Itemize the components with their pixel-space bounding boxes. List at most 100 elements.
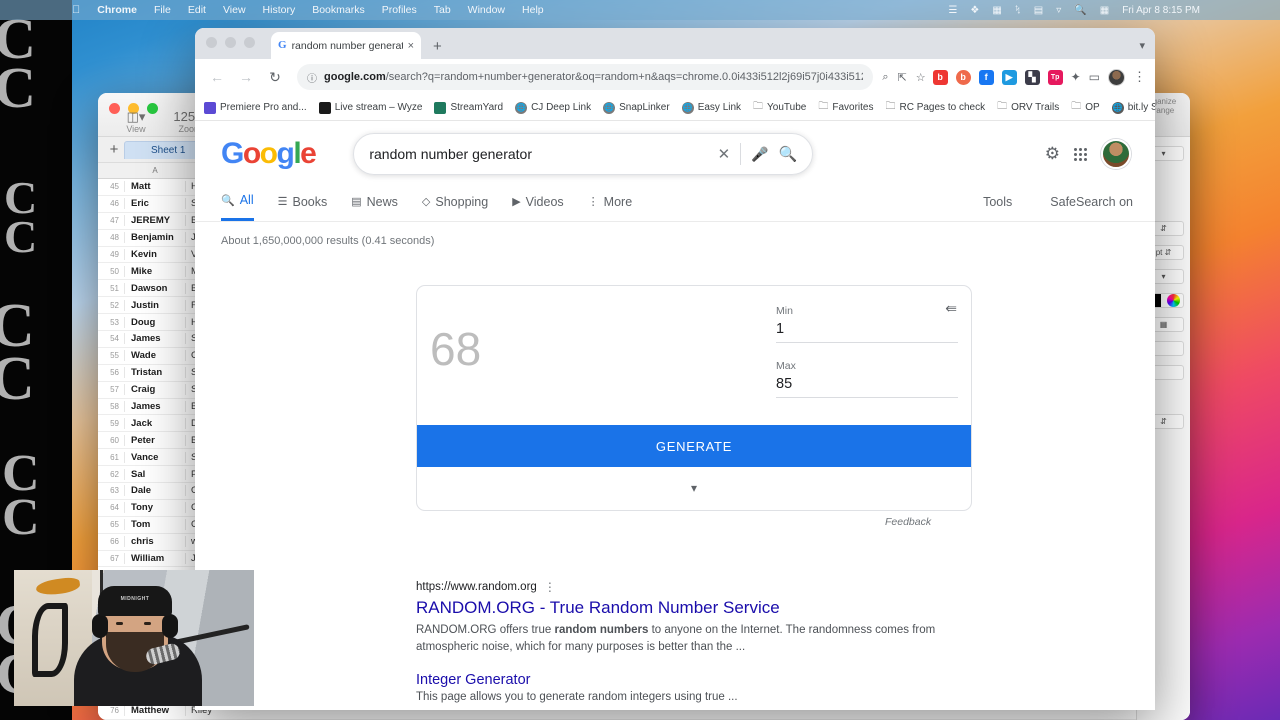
cell-first-name[interactable]: James	[124, 401, 186, 413]
reload-button[interactable]: ↻	[262, 64, 288, 90]
max-input[interactable]: 85	[776, 376, 958, 398]
search-nav-tabs[interactable]: 🔍 All ☰ Books ▤ News ◇ Shopping ▶ Videos ⋮ More Tool…	[195, 175, 1155, 222]
sitelink-title[interactable]: Integer Generator	[416, 672, 738, 688]
dropbox-icon[interactable]: ❖	[970, 5, 979, 16]
control-center-icon[interactable]: ▦	[1100, 5, 1109, 16]
generate-button[interactable]: GENERATE	[417, 425, 971, 467]
bookmark-item[interactable]: 🌐 CJ Deep Link	[515, 101, 591, 114]
search-tools-group[interactable]: Tools SafeSearch on	[983, 195, 1155, 220]
extensions-puzzle-icon[interactable]: ✦	[1071, 70, 1081, 84]
google-logo[interactable]: Google	[221, 137, 317, 171]
result-url[interactable]: https://www.random.org ⋮	[416, 580, 961, 594]
chrome-traffic-lights[interactable]	[206, 37, 255, 48]
calendar-icon[interactable]: ▦	[992, 5, 1001, 16]
cell-first-name[interactable]: Mike	[124, 265, 186, 277]
cell-first-name[interactable]: Wade	[124, 350, 186, 362]
extension-icons[interactable]: b b f ▶ ▚ Tp ✦ ▭ ⋮	[929, 68, 1146, 86]
bookmark-star-icon[interactable]: ☆	[916, 71, 926, 84]
menu-view[interactable]: View	[223, 4, 246, 16]
cell-first-name[interactable]: Benjamin	[124, 232, 186, 244]
facebook-extension-icon[interactable]: f	[978, 69, 994, 85]
cell-first-name[interactable]: chris	[124, 536, 186, 548]
browser-toolbar[interactable]: ← → ↻ ⓘ google.com/search?q=random+numbe…	[195, 59, 1155, 95]
menu-bookmarks[interactable]: Bookmarks	[312, 4, 365, 16]
bookmark-item[interactable]: 🗀 ORV Trails	[997, 99, 1059, 116]
cell-first-name[interactable]: Dawson	[124, 282, 186, 294]
min-input[interactable]: 1	[776, 321, 958, 343]
menu-file[interactable]: File	[154, 4, 171, 16]
search-tab-all[interactable]: 🔍 All	[221, 193, 254, 221]
bookmark-item[interactable]: 🌐 Easy Link	[681, 101, 741, 114]
bluetooth-icon[interactable]: ᛪ	[1015, 5, 1021, 16]
menu-window[interactable]: Window	[468, 4, 505, 16]
apple-menu-icon[interactable]: 	[72, 4, 80, 16]
maximize-icon[interactable]	[244, 37, 255, 48]
side-panel-icon[interactable]: ▭	[1089, 70, 1100, 84]
search-input[interactable]: random number generator	[369, 146, 707, 162]
cell-first-name[interactable]: Craig	[124, 384, 186, 396]
cell-first-name[interactable]: Matthew	[124, 705, 186, 717]
cell-first-name[interactable]: William	[124, 553, 186, 565]
cell-first-name[interactable]: Justin	[124, 299, 186, 311]
forward-button[interactable]: →	[233, 64, 259, 90]
cell-first-name[interactable]: JEREMY	[124, 215, 186, 227]
search-icon[interactable]: 🔍	[779, 145, 798, 163]
max-field[interactable]: Max 85	[776, 360, 958, 398]
macos-menu-bar[interactable]:  Chrome File Edit View History Bookmark…	[0, 0, 1280, 20]
new-tab-button[interactable]: +	[433, 38, 442, 55]
search-result[interactable]: https://www.random.org ⋮ RANDOM.ORG - Tr…	[416, 580, 961, 656]
cell-first-name[interactable]: Vance	[124, 451, 186, 463]
bookmark-item[interactable]: 🗀 Favorites	[818, 99, 873, 116]
bitly-circle-extension-icon[interactable]: b	[955, 69, 971, 85]
analytics-extension-icon[interactable]: ▚	[1024, 69, 1040, 85]
menu-profiles[interactable]: Profiles	[382, 4, 417, 16]
bookmark-item[interactable]: 🗀 RC Pages to check	[885, 99, 985, 116]
clear-search-icon[interactable]: ✕	[718, 145, 731, 163]
share-icon[interactable]: ⇱	[898, 71, 907, 84]
close-icon[interactable]	[206, 37, 217, 48]
search-tab-books[interactable]: ☰ Books	[278, 195, 328, 220]
cell-first-name[interactable]: Tom	[124, 519, 186, 531]
search-tab-shopping[interactable]: ◇ Shopping	[422, 195, 488, 220]
cell-first-name[interactable]: Doug	[124, 316, 186, 328]
bookmark-item[interactable]: 🗀 OP	[1071, 99, 1099, 116]
bookmark-item[interactable]: 🗀 YouTube	[753, 99, 806, 116]
color-wheel-icon[interactable]	[1167, 294, 1180, 307]
result-title[interactable]: RANDOM.ORG - True Random Number Service	[416, 598, 961, 618]
tab-close-icon[interactable]: ×	[408, 40, 414, 52]
chevron-down-icon[interactable]: ▾	[417, 481, 971, 495]
back-button[interactable]: ←	[204, 64, 230, 90]
tools-button[interactable]: Tools	[983, 195, 1012, 209]
tabstrip-chevron-icon[interactable]: ▾	[1139, 39, 1145, 52]
wifi-icon[interactable]: ▿	[1056, 5, 1061, 16]
cell-first-name[interactable]: Peter	[124, 434, 186, 446]
cell-first-name[interactable]: Kevin	[124, 249, 186, 260]
search-tab-videos[interactable]: ▶ Videos	[512, 195, 563, 220]
bookmark-item[interactable]: 🌐 SnapLinker	[603, 101, 670, 114]
spotlight-search-icon[interactable]: 🔍	[1074, 5, 1086, 16]
tab-strip[interactable]: G random number generator - G × + ▾	[195, 28, 1155, 59]
omnibox-actions[interactable]: ⌕ ⇱ ☆	[882, 71, 925, 84]
menu-bar-clock[interactable]: Fri Apr 8 8:15 PM	[1122, 5, 1200, 16]
min-field[interactable]: Min 1	[776, 305, 958, 343]
menu-bar-status[interactable]: ☰ ❖ ▦ ᛪ ▤ ▿ 🔍 ▦ Fri Apr 8 8:15 PM	[948, 5, 1280, 16]
cell-first-name[interactable]: Matt	[124, 181, 186, 193]
cell-first-name[interactable]: Dale	[124, 485, 186, 497]
bookmarks-bar[interactable]: Premiere Pro and... Live stream – Wyze Str…	[195, 95, 1155, 121]
menu-tab[interactable]: Tab	[434, 4, 451, 16]
toolbar-view[interactable]: ◫▾ View	[112, 109, 160, 134]
cell-first-name[interactable]: Tony	[124, 502, 186, 514]
menu-chrome[interactable]: Chrome	[97, 4, 137, 16]
cell-first-name[interactable]: James	[124, 333, 186, 345]
apps-grid-icon[interactable]	[1074, 147, 1087, 161]
address-bar[interactable]: ⓘ google.com/search?q=random+number+gene…	[297, 64, 874, 90]
menu-history[interactable]: History	[263, 4, 296, 16]
bookmark-item[interactable]: Premiere Pro and...	[204, 101, 307, 114]
search-tab-more[interactable]: ⋮ More	[588, 195, 632, 220]
minimize-icon[interactable]	[225, 37, 236, 48]
gear-icon[interactable]: ⚙	[1045, 144, 1060, 164]
chrome-menu-icon[interactable]: ⋮	[1133, 69, 1146, 85]
mic-icon[interactable]: 🎤	[751, 146, 768, 163]
site-info-icon[interactable]: ⓘ	[307, 70, 317, 85]
search-tab-news[interactable]: ▤ News	[351, 195, 398, 220]
